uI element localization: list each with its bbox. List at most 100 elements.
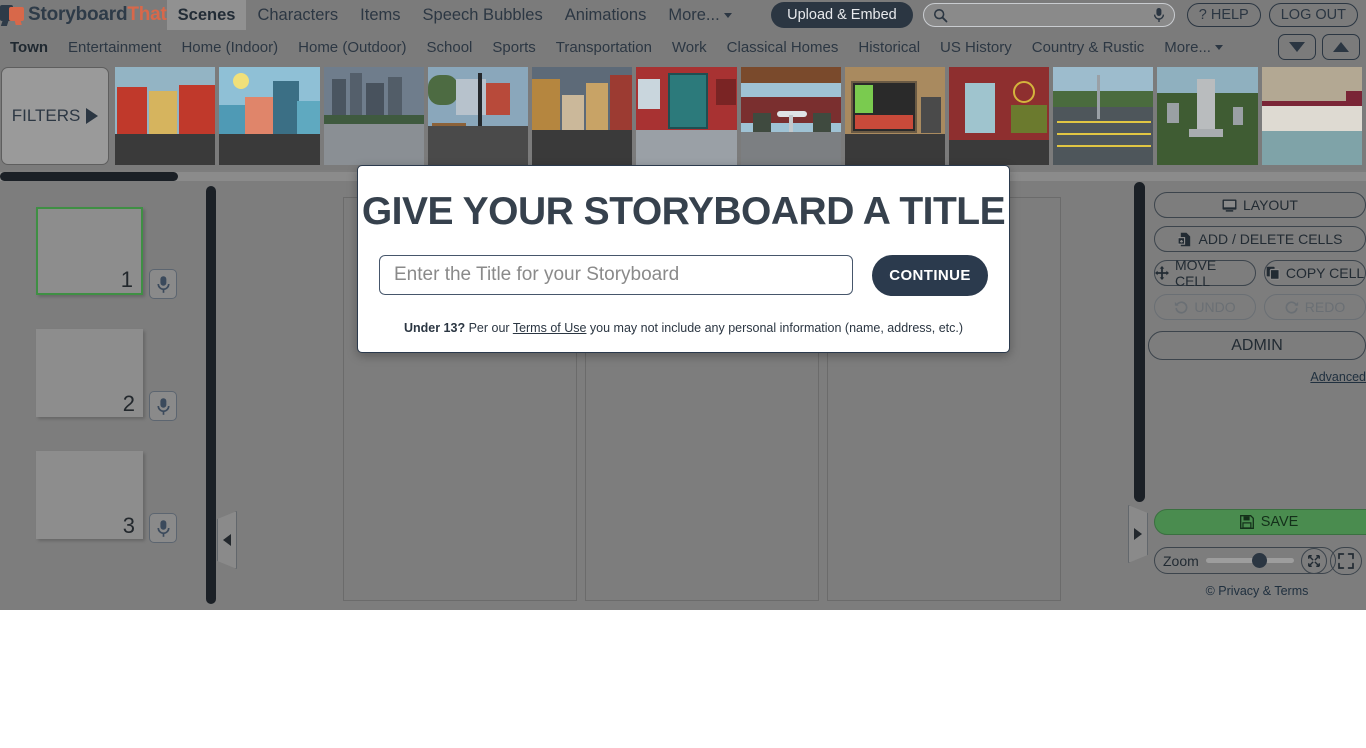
continue-button[interactable]: CONTINUE (872, 255, 988, 296)
canvas-vertical-scrollbar[interactable] (1134, 182, 1145, 502)
category-label: Classical Homes (726, 38, 839, 56)
chevron-down-icon (1214, 45, 1223, 51)
cell-number: 3 (122, 513, 135, 538)
nav-label: More... (668, 6, 720, 24)
nav-label: Animations (564, 6, 647, 24)
scene-thumbnail-convenience-store-counter[interactable] (844, 67, 946, 165)
layout-button[interactable]: LAYOUT (1154, 192, 1366, 218)
cell-audio-button-1[interactable] (149, 269, 177, 299)
scene-thumbnail-parking-lot[interactable] (1053, 67, 1154, 165)
scene-thumbnail-red-brick-front-door[interactable] (636, 67, 737, 165)
admin-button[interactable]: ADMIN (1148, 331, 1366, 360)
scene-thumbnail-cemetery-statue[interactable] (1157, 67, 1258, 165)
cell-thumbnail-1[interactable]: 1 (36, 207, 143, 295)
category-us-history[interactable]: US History (930, 39, 1022, 56)
advanced-link[interactable]: Advanced (1148, 370, 1366, 384)
upload-embed-label: Upload & Embed (787, 7, 897, 23)
scroll-up-button[interactable] (1322, 34, 1360, 60)
category-sports[interactable]: Sports (482, 39, 545, 56)
search-icon (933, 8, 948, 22)
scene-thumbnail-city-street-corner[interactable] (532, 67, 633, 165)
add-delete-cells-button[interactable]: ADD / DELETE CELLS (1154, 226, 1366, 252)
category-label: Historical (858, 38, 921, 56)
redo-icon (1285, 301, 1298, 314)
category-work[interactable]: Work (662, 39, 717, 56)
category-home-outdoor[interactable]: Home (Outdoor) (288, 39, 416, 56)
fit-to-screen-button[interactable] (1301, 547, 1327, 574)
collapse-right-panel-handle[interactable] (1128, 505, 1148, 563)
nav-item-scenes[interactable]: Scenes (166, 0, 247, 30)
undo-button[interactable]: UNDO (1154, 294, 1256, 320)
redo-label: REDO (1304, 299, 1346, 315)
logo[interactable]: StoryboardThat (0, 0, 167, 30)
copy-cell-button[interactable]: COPY CELL (1264, 260, 1366, 286)
zoom-control[interactable]: Zoom (1154, 547, 1336, 574)
collapse-left-panel-handle[interactable] (217, 511, 237, 569)
scene-thumbnail-town-shops-daytime[interactable] (219, 67, 320, 165)
cell-panel-vertical-scrollbar[interactable] (206, 186, 216, 604)
nav-item-speech-bubbles[interactable]: Speech Bubbles (412, 0, 554, 30)
nav-label: Speech Bubbles (422, 6, 543, 24)
search-box[interactable] (922, 3, 1175, 27)
category-more[interactable]: More... (1154, 39, 1233, 56)
filters-button[interactable]: FILTERS (1, 67, 110, 165)
save-disk-icon (1239, 515, 1254, 529)
category-home-indoor[interactable]: Home (Indoor) (171, 39, 288, 56)
category-historical[interactable]: Historical (848, 39, 930, 56)
category-town[interactable]: Town (0, 39, 58, 56)
scrollbar-thumb[interactable] (0, 172, 178, 181)
fullscreen-button[interactable] (1330, 547, 1362, 575)
triangle-down-icon (1289, 42, 1305, 52)
category-classical-homes[interactable]: Classical Homes (717, 39, 849, 56)
nav-item-characters[interactable]: Characters (246, 0, 349, 30)
storyboard-title-modal: GIVE YOUR STORYBOARD A TITLE CONTINUE Un… (357, 165, 1010, 353)
cell-number: 2 (122, 391, 135, 416)
privacy-terms-link[interactable]: © Privacy & Terms (1148, 584, 1366, 598)
logo-text: StoryboardThat (28, 4, 167, 26)
redo-button[interactable]: REDO (1264, 294, 1366, 320)
category-school[interactable]: School (417, 39, 483, 56)
top-navigation-bar: StoryboardThat Scenes Characters Items S… (0, 0, 1366, 30)
microphone-icon (156, 519, 170, 537)
category-country-rustic[interactable]: Country & Rustic (1022, 39, 1155, 56)
chevron-down-icon (723, 13, 732, 19)
save-button[interactable]: SAVE (1154, 509, 1366, 535)
cell-thumbnail-2[interactable]: 2 (36, 329, 143, 417)
logout-label: LOG OUT (1280, 7, 1346, 23)
logo-text-part1: Storyboard (28, 4, 128, 25)
cell-audio-button-2[interactable] (149, 391, 177, 421)
scene-thumbnail-street-bench-lamp[interactable] (427, 67, 529, 165)
filters-label: FILTERS (11, 106, 81, 125)
storyboard-title-input[interactable] (379, 255, 853, 295)
cell-audio-button-3[interactable] (149, 513, 177, 543)
microphone-icon[interactable] (1153, 7, 1165, 23)
nav-item-animations[interactable]: Animations (554, 0, 658, 30)
undo-icon (1175, 301, 1188, 314)
scroll-down-button[interactable] (1278, 34, 1316, 60)
logout-button[interactable]: LOG OUT (1268, 3, 1358, 27)
storyboard-editor-app: StoryboardThat Scenes Characters Items S… (0, 0, 1366, 610)
category-entertainment[interactable]: Entertainment (58, 39, 171, 56)
nav-label: Scenes (177, 6, 236, 24)
zoom-slider[interactable] (1205, 553, 1294, 568)
category-transportation[interactable]: Transportation (546, 39, 662, 56)
category-bar: Town Entertainment Home (Indoor) Home (O… (0, 30, 1366, 64)
cell-thumbnail-3[interactable]: 3 (36, 451, 143, 539)
fit-arrows-icon (1308, 554, 1320, 567)
speech-bubble-logo-icon (0, 4, 26, 26)
terms-of-use-link[interactable]: Terms of Use (513, 321, 587, 335)
move-cell-button[interactable]: MOVE CELL (1154, 257, 1256, 289)
nav-item-more[interactable]: More... (657, 0, 742, 30)
upload-embed-button[interactable]: Upload & Embed (771, 2, 913, 28)
scene-thumbnail-restaurant-patio[interactable] (740, 67, 841, 165)
zoom-slider-knob[interactable] (1251, 553, 1267, 568)
category-label: School (426, 38, 473, 56)
help-label: ? HELP (1198, 7, 1249, 23)
move-cell-label: MOVE CELL (1174, 257, 1217, 289)
scene-thumbnail-city-skyline-park[interactable] (323, 67, 424, 165)
help-button[interactable]: ? HELP (1186, 3, 1261, 27)
scene-thumbnail-city-apartments[interactable] (115, 67, 216, 165)
nav-item-items[interactable]: Items (349, 0, 411, 30)
scene-thumbnail-indoor-counter[interactable] (1261, 67, 1362, 165)
scene-thumbnail-back-alley-door[interactable] (949, 67, 1050, 165)
